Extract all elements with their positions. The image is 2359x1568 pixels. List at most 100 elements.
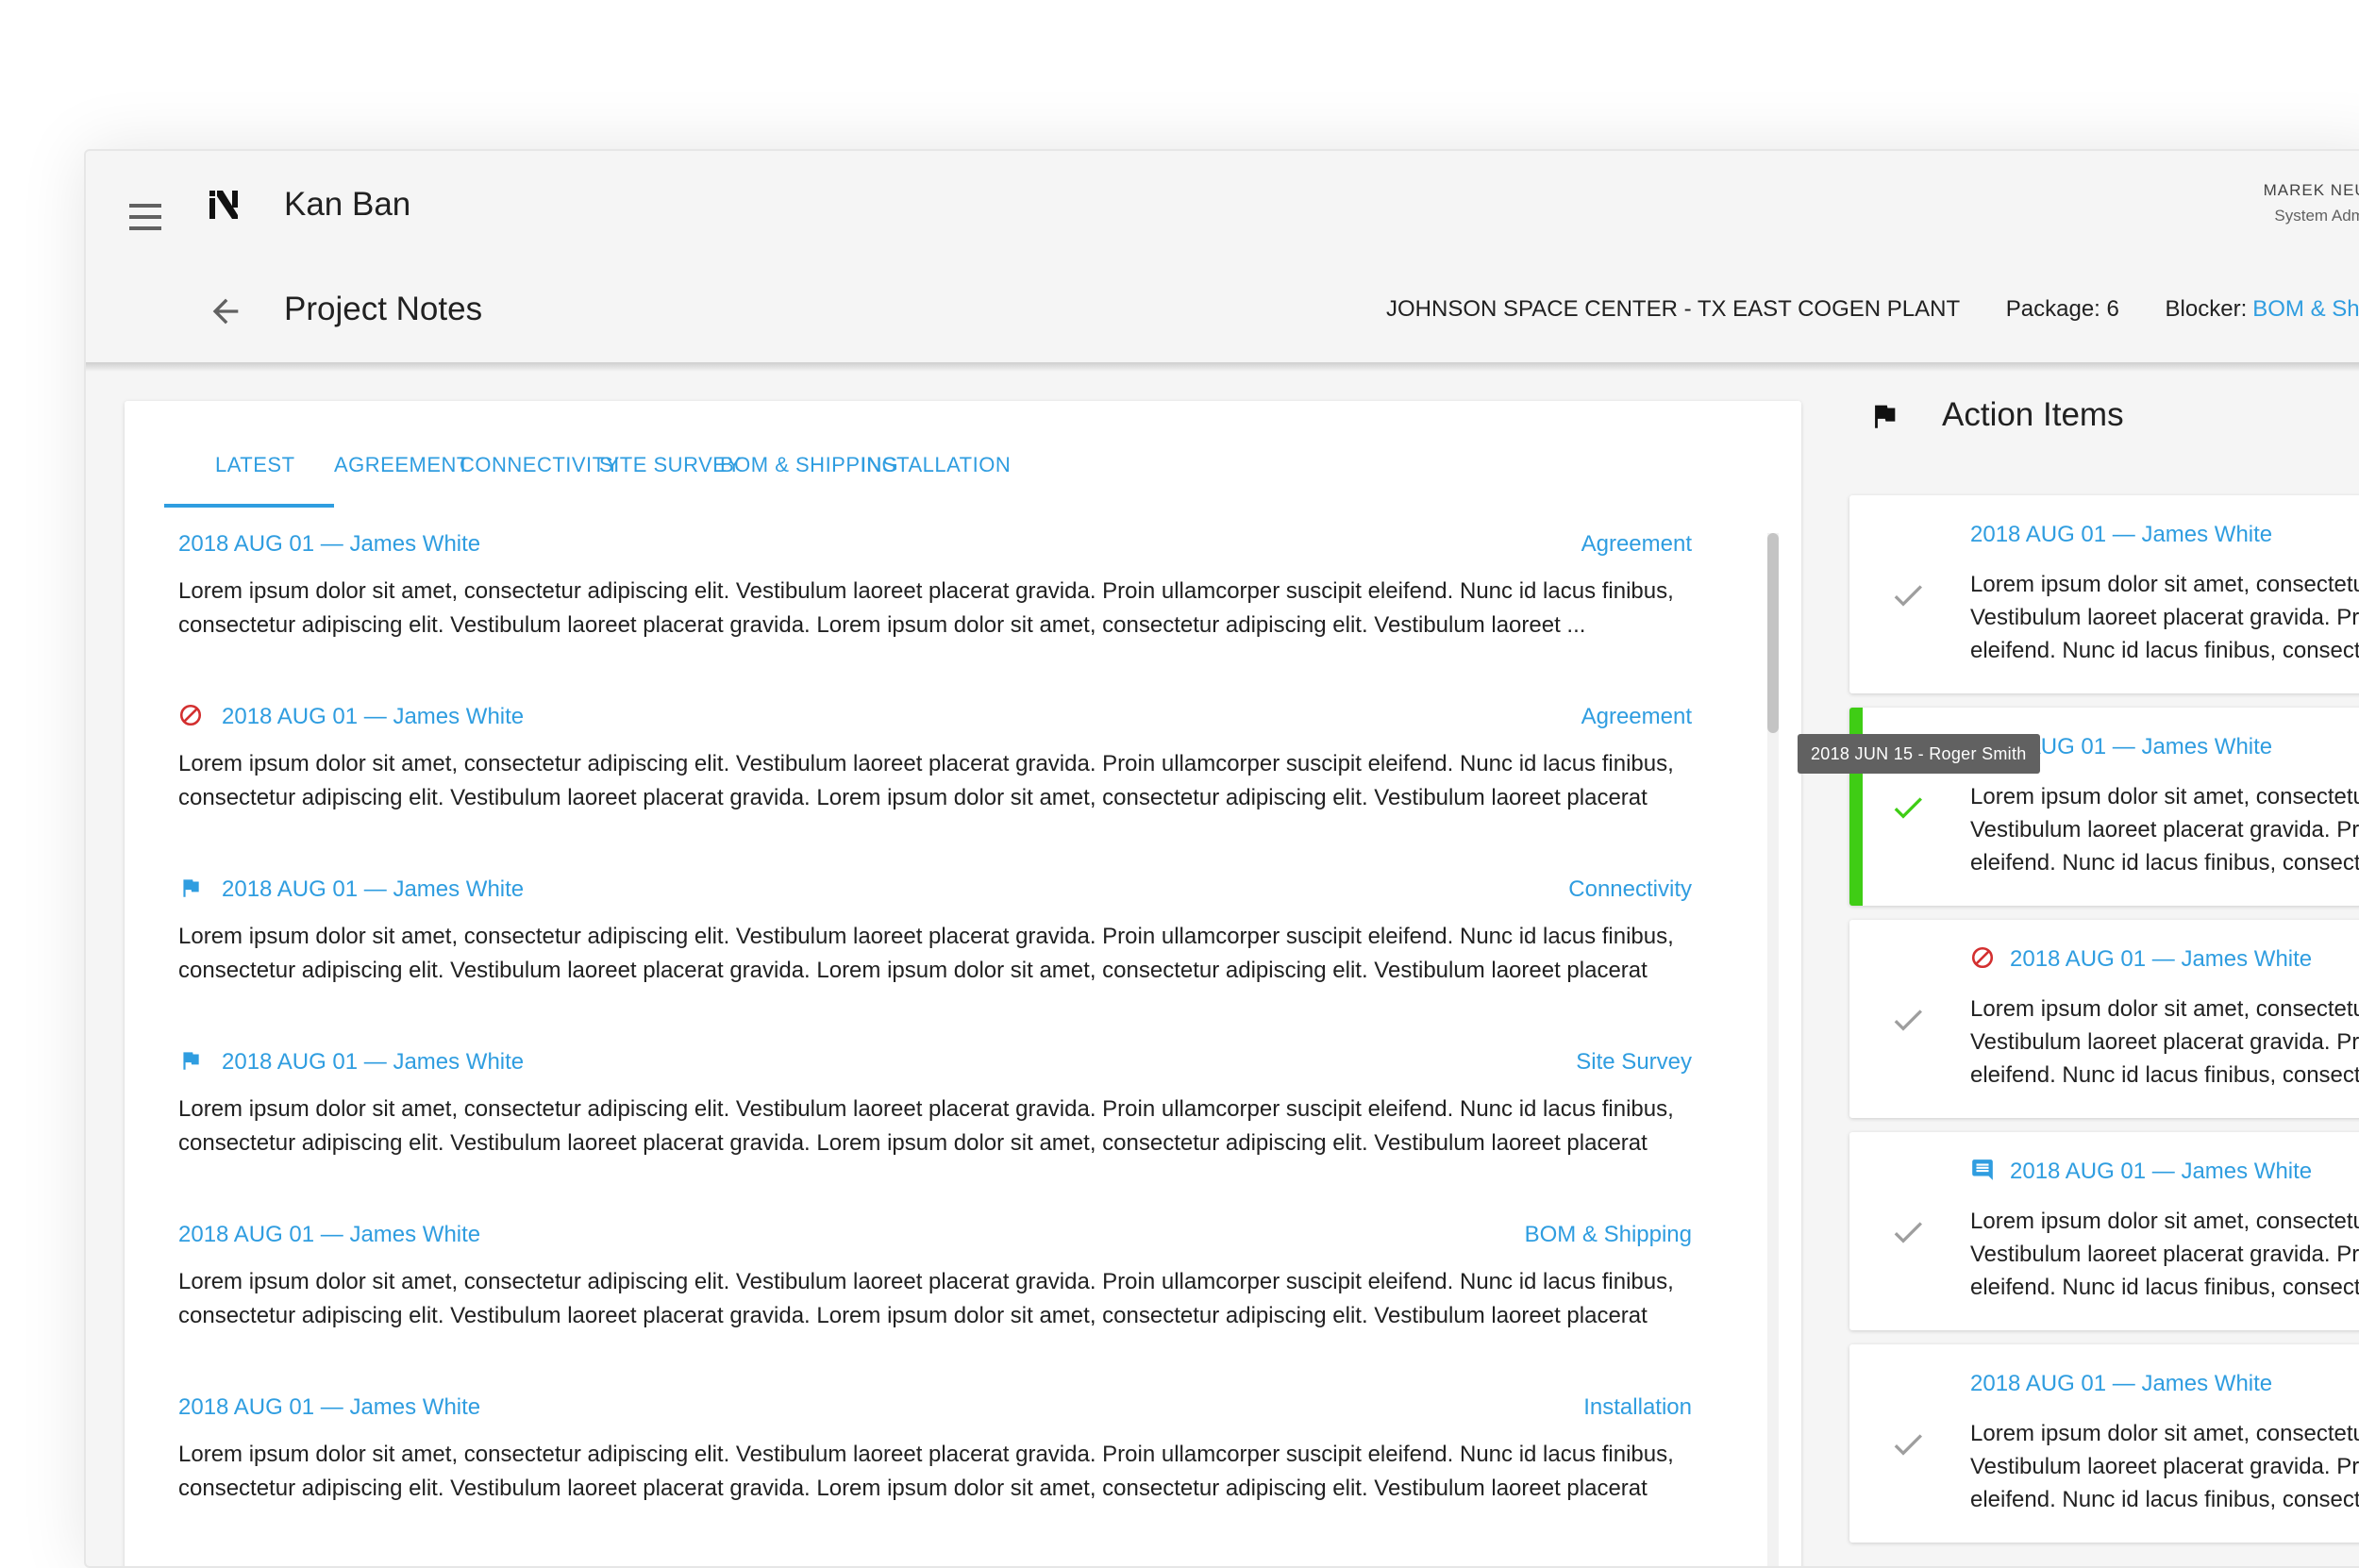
action-item-card[interactable]: 2018 AUG 01 — James White Lorem ipsum do…	[1849, 1344, 2359, 1543]
action-item-card[interactable]: 2018 AUG 01 — James White Lorem ipsum do…	[1849, 495, 2359, 693]
note-text-line: Lorem ipsum dolor sit amet, consectetur …	[178, 1442, 1674, 1467]
note-author[interactable]: 2018 AUG 01 — James White	[222, 876, 524, 903]
tab-installation[interactable]: INSTALLATION	[861, 453, 1011, 477]
action-items-title: Action Items	[1942, 396, 2124, 433]
user-name: MAREK NEUPAUER	[2263, 181, 2359, 199]
action-item-text-line: Vestibulum laoreet placerat gravida. Pro…	[1970, 1242, 2359, 1267]
blocker-label: Blocker:	[2165, 296, 2248, 322]
check-icon[interactable]	[1889, 1426, 1927, 1463]
user-info[interactable]: MAREK NEUPAUER System Administrator	[2200, 181, 2359, 225]
note-item: 2018 AUG 01 — James White Agreement Lore…	[178, 531, 1692, 642]
check-icon[interactable]	[1889, 1001, 1927, 1039]
check-icon[interactable]	[1889, 789, 1927, 826]
action-item-card[interactable]: 2018 AUG 01 — James White Lorem ipsum do…	[1849, 1132, 2359, 1330]
block-icon	[179, 704, 202, 726]
action-item-text-line: eleifend. Nunc id lacus finibus, consect…	[1970, 1062, 2359, 1088]
note-text-line: consectetur adipiscing elit. Vestibulum …	[178, 1303, 1648, 1328]
flag-icon	[183, 879, 199, 897]
action-item-text-line: Lorem ipsum dolor sit amet, consectetur	[1970, 996, 2359, 1022]
project-blocker: Blocker:BOM & Shipping	[2166, 296, 2359, 322]
note-text-line: consectetur adipiscing elit. Vestibulum …	[178, 1130, 1648, 1156]
tooltip: 2018 JUN 15 - Roger Smith	[1798, 734, 2040, 774]
action-item-text-line: Vestibulum laoreet placerat gravida. Pro…	[1970, 1029, 2359, 1055]
note-category[interactable]: BOM & Shipping	[1525, 1222, 1692, 1248]
flag-icon	[1875, 405, 1896, 428]
note-author[interactable]: 2018 AUG 01 — James White	[178, 1394, 480, 1421]
note-category[interactable]: Site Survey	[1576, 1049, 1692, 1076]
action-item-author[interactable]: 2018 AUG 01 — James White	[1970, 1371, 2272, 1397]
note-text-line: consectetur adipiscing elit. Vestibulum …	[178, 1476, 1648, 1501]
action-item-text-line: Lorem ipsum dolor sit amet, consectetur	[1970, 1209, 2359, 1234]
note-item: 2018 AUG 01 — James White Agreement Lore…	[178, 704, 1692, 815]
back-arrow-icon[interactable]	[207, 292, 244, 330]
note-text-line: consectetur adipiscing elit. Vestibulum …	[178, 958, 1648, 983]
note-text-line: Lorem ipsum dolor sit amet, consectetur …	[178, 924, 1674, 949]
logo-icon	[209, 191, 238, 219]
note-category[interactable]: Installation	[1583, 1394, 1692, 1421]
user-role: System Administrator	[2274, 207, 2359, 225]
note-text-line: consectetur adipiscing elit. Vestibulum …	[178, 785, 1648, 810]
action-item-text-line: Vestibulum laoreet placerat gravida. Pro…	[1970, 1454, 2359, 1479]
action-item-text-line: Lorem ipsum dolor sit amet, consectetur	[1970, 784, 2359, 809]
check-icon[interactable]	[1889, 1213, 1927, 1251]
note-item: 2018 AUG 01 — James White BOM & Shipping…	[178, 1222, 1692, 1333]
note-body: Lorem ipsum dolor sit amet, consectetur …	[178, 1265, 1692, 1333]
project-site: JOHNSON SPACE CENTER - TX EAST COGEN PLA…	[1386, 296, 1961, 322]
note-text-line: Lorem ipsum dolor sit amet, consectetur …	[178, 751, 1674, 776]
action-item-text-line: Lorem ipsum dolor sit amet, consectetur	[1970, 572, 2359, 597]
tab-indicator	[164, 504, 334, 508]
app-bar: Kan Ban MAREK NEUPAUER System Administra…	[86, 151, 2359, 372]
note-text-line: Lorem ipsum dolor sit amet, consectetur …	[178, 578, 1674, 604]
action-item-author[interactable]: 2018 AUG 01 — James White	[2010, 1159, 2312, 1185]
action-item-body: Lorem ipsum dolor sit amet, consectetur …	[1970, 568, 2359, 667]
action-item-text-line: eleifend. Nunc id lacus finibus, consect…	[1970, 1275, 2359, 1300]
note-body: Lorem ipsum dolor sit amet, consectetur …	[178, 920, 1692, 988]
action-item-text-line: Lorem ipsum dolor sit amet, consectetur	[1970, 1421, 2359, 1446]
action-item-body: Lorem ipsum dolor sit amet, consectetur …	[1970, 1417, 2359, 1516]
project-package: Package: 6	[2005, 296, 2119, 322]
action-item-body: Lorem ipsum dolor sit amet, consectetur …	[1970, 780, 2359, 879]
note-item: 2018 AUG 01 — James White Connectivity L…	[178, 876, 1692, 988]
note-author[interactable]: 2018 AUG 01 — James White	[178, 1222, 480, 1248]
action-item-author[interactable]: 2018 AUG 01 — James White	[1970, 522, 2272, 548]
block-icon	[1971, 946, 1994, 969]
comment-icon	[1972, 1159, 1993, 1180]
note-item: 2018 AUG 01 — James White Site Survey Lo…	[178, 1049, 1692, 1160]
note-item: 2018 AUG 01 — James White Installation L…	[178, 1394, 1692, 1506]
note-body: Lorem ipsum dolor sit amet, consectetur …	[178, 747, 1692, 815]
action-item-text-line: Vestibulum laoreet placerat gravida. Pro…	[1970, 817, 2359, 842]
note-body: Lorem ipsum dolor sit amet, consectetur …	[178, 575, 1692, 642]
note-text-line: Lorem ipsum dolor sit amet, consectetur …	[178, 1096, 1674, 1122]
tab-agreement[interactable]: AGREEMENT	[334, 453, 470, 477]
page-title: Project Notes	[284, 291, 483, 327]
note-body: Lorem ipsum dolor sit amet, consectetur …	[178, 1438, 1692, 1506]
scrollbar[interactable]	[1767, 533, 1779, 1566]
note-category[interactable]: Connectivity	[1568, 876, 1692, 903]
app-title: Kan Ban	[284, 186, 411, 223]
tab-latest[interactable]: LATEST	[215, 453, 295, 477]
note-category[interactable]: Agreement	[1581, 704, 1692, 730]
action-item-author[interactable]: 2018 AUG 01 — James White	[2010, 946, 2312, 973]
note-text-line: consectetur adipiscing elit. Vestibulum …	[178, 612, 1586, 638]
note-author[interactable]: 2018 AUG 01 — James White	[178, 531, 480, 558]
note-author[interactable]: 2018 AUG 01 — James White	[222, 704, 524, 730]
check-icon[interactable]	[1889, 576, 1927, 614]
action-item-body: Lorem ipsum dolor sit amet, consectetur …	[1970, 1205, 2359, 1304]
action-item-text-line: eleifend. Nunc id lacus finibus, consect…	[1970, 850, 2359, 876]
project-meta: JOHNSON SPACE CENTER - TX EAST COGEN PLA…	[1386, 296, 2359, 323]
action-item-text-line: Vestibulum laoreet placerat gravida. Pro…	[1970, 605, 2359, 630]
notes-card: LATEST AGREEMENT CONNECTIVITY SITE SURVE…	[125, 401, 1801, 1566]
action-item-body: Lorem ipsum dolor sit amet, consectetur …	[1970, 993, 2359, 1092]
menu-icon[interactable]	[129, 204, 161, 230]
note-author[interactable]: 2018 AUG 01 — James White	[222, 1049, 524, 1076]
action-item-text-line: eleifend. Nunc id lacus finibus, consect…	[1970, 638, 2359, 663]
note-category[interactable]: Agreement	[1581, 531, 1692, 558]
blocker-link[interactable]: BOM & Shipping	[2252, 296, 2359, 322]
action-item-card[interactable]: 2018 AUG 01 — James White Lorem ipsum do…	[1849, 920, 2359, 1118]
scroll-thumb[interactable]	[1767, 533, 1779, 733]
note-body: Lorem ipsum dolor sit amet, consectetur …	[178, 1093, 1692, 1160]
note-text-line: Lorem ipsum dolor sit amet, consectetur …	[178, 1269, 1674, 1294]
tab-connectivity[interactable]: CONNECTIVITY	[460, 453, 620, 477]
flag-icon	[183, 1052, 199, 1070]
action-item-text-line: eleifend. Nunc id lacus finibus, consect…	[1970, 1487, 2359, 1512]
